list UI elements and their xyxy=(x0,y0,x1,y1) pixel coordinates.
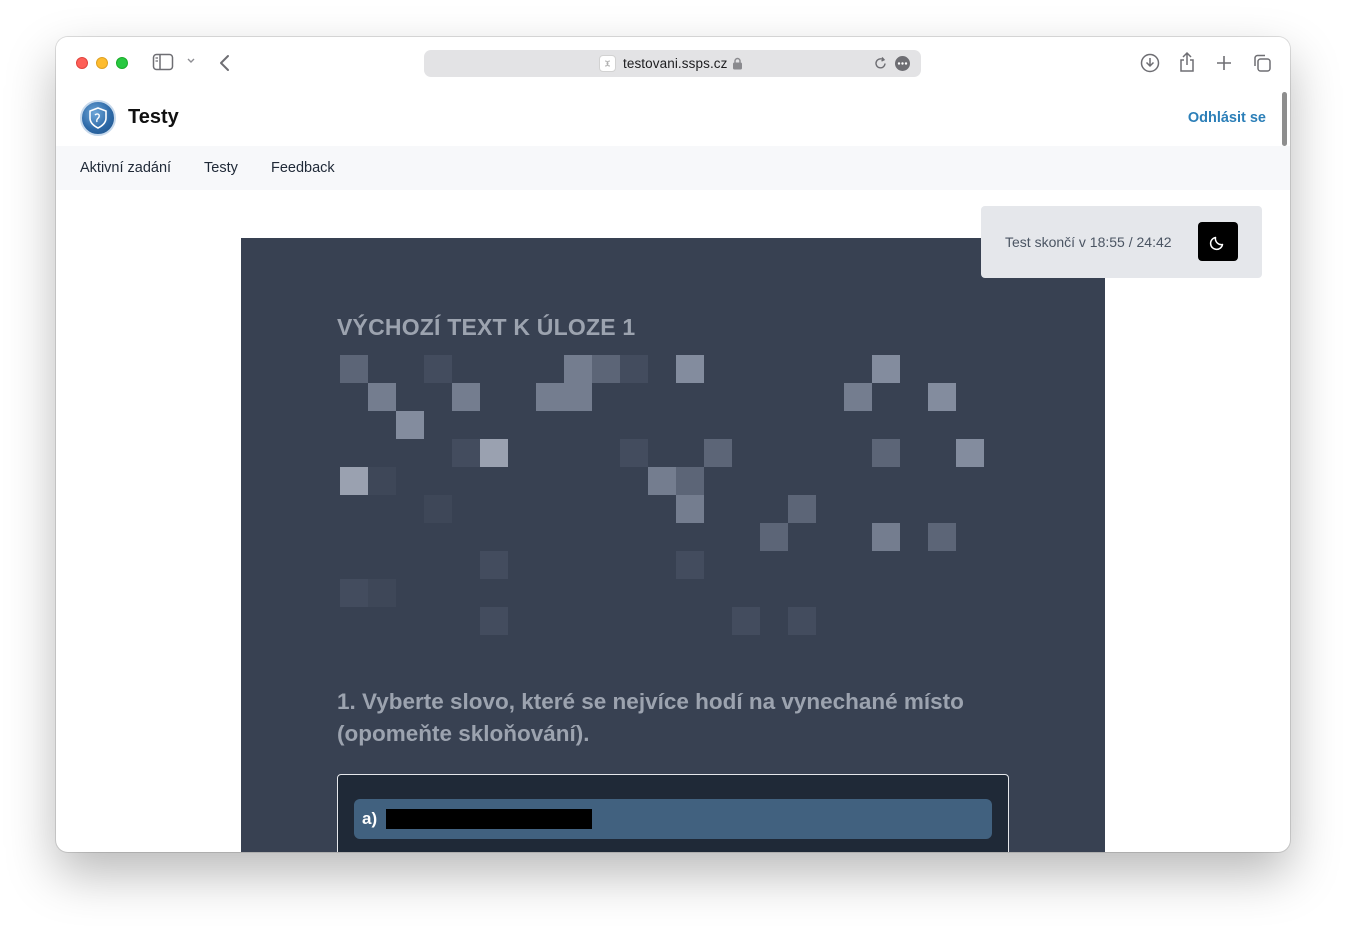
mosaic-pixel xyxy=(592,355,620,383)
test-content-panel: VÝCHOZÍ TEXT K ÚLOZE 1 1. Vyberte slovo,… xyxy=(241,238,1105,852)
theme-toggle-button[interactable] xyxy=(1198,222,1238,261)
mosaic-pixel xyxy=(676,495,704,523)
page-scrollbar[interactable] xyxy=(1282,92,1287,146)
redacted-answer-block xyxy=(386,809,592,829)
mosaic-pixel xyxy=(956,439,984,467)
mosaic-pixel xyxy=(340,467,368,495)
mosaic-pixel xyxy=(340,579,368,607)
mosaic-pixel xyxy=(536,383,564,411)
nav-item-tests[interactable]: Testy xyxy=(204,160,238,176)
mosaic-pixel xyxy=(676,551,704,579)
option-letter: a) xyxy=(362,809,378,828)
lock-icon xyxy=(732,57,743,70)
mosaic-pixel xyxy=(452,383,480,411)
close-window-button[interactable] xyxy=(76,57,88,69)
mosaic-pixel xyxy=(676,467,704,495)
mosaic-pixel xyxy=(424,495,452,523)
new-tab-icon[interactable] xyxy=(1215,54,1233,72)
main-navigation: Aktivní zadání Testy Feedback xyxy=(56,146,1290,190)
mosaic-pixel xyxy=(872,439,900,467)
logout-link[interactable]: Odhlásit se xyxy=(1188,110,1266,126)
site-favicon-icon xyxy=(599,55,616,72)
mosaic-pixel xyxy=(648,467,676,495)
mosaic-pixel xyxy=(872,523,900,551)
mosaic-pixel xyxy=(620,439,648,467)
maximize-window-button[interactable] xyxy=(116,57,128,69)
sidebar-icon[interactable] xyxy=(152,53,174,71)
mosaic-pixel xyxy=(368,467,396,495)
timer-text: Test skončí v 18:55 / 24:42 xyxy=(1005,234,1172,250)
mosaic-pixel xyxy=(872,355,900,383)
mosaic-pixel xyxy=(424,355,452,383)
ellipsis-circle-icon[interactable] xyxy=(894,55,911,72)
reload-icon[interactable] xyxy=(873,56,888,71)
minimize-window-button[interactable] xyxy=(96,57,108,69)
mosaic-pixel xyxy=(340,355,368,383)
mosaic-pixel xyxy=(620,355,648,383)
mosaic-pixel xyxy=(928,383,956,411)
nav-item-feedback[interactable]: Feedback xyxy=(271,160,335,176)
timer-box: Test skončí v 18:55 / 24:42 xyxy=(981,206,1262,278)
mosaic-pixel xyxy=(760,523,788,551)
mosaic-pixel xyxy=(704,439,732,467)
mosaic-pixel xyxy=(480,551,508,579)
answer-options-box: a) xyxy=(337,774,1009,852)
question-text: 1. Vyberte slovo, které se nejvíce hodí … xyxy=(337,689,964,746)
url-text: testovani.ssps.cz xyxy=(623,56,728,71)
mosaic-pixel xyxy=(564,355,592,383)
mosaic-pixel xyxy=(480,439,508,467)
share-icon[interactable] xyxy=(1178,51,1196,73)
mosaic-pixel xyxy=(396,411,424,439)
browser-toolbar: testovani.ssps.cz xyxy=(56,37,1290,89)
section-title: VÝCHOZÍ TEXT K ÚLOZE 1 xyxy=(337,314,636,340)
address-bar[interactable]: testovani.ssps.cz xyxy=(424,50,921,77)
nav-item-active-assignments[interactable]: Aktivní zadání xyxy=(80,160,171,176)
mosaic-pixel xyxy=(368,383,396,411)
app-header: Testy Odhlásit se xyxy=(56,89,1290,146)
site-title[interactable]: Testy xyxy=(128,106,179,129)
school-logo[interactable] xyxy=(80,100,116,136)
mosaic-pixel xyxy=(452,439,480,467)
mosaic-pixel xyxy=(788,495,816,523)
download-icon[interactable] xyxy=(1140,53,1160,73)
mosaic-pixel xyxy=(564,383,592,411)
browser-window: testovani.ssps.cz Testy Odhlásit se Akti… xyxy=(56,37,1290,852)
tab-overview-icon[interactable] xyxy=(1252,53,1272,73)
chevron-down-icon[interactable] xyxy=(186,57,196,65)
mosaic-pixel xyxy=(928,523,956,551)
mosaic-pixel xyxy=(480,607,508,635)
mosaic-pixel xyxy=(676,355,704,383)
mosaic-pixel xyxy=(844,383,872,411)
back-icon[interactable] xyxy=(218,53,232,73)
answer-option-a[interactable]: a) xyxy=(354,799,992,839)
mosaic-pixel xyxy=(732,607,760,635)
mosaic-pixel xyxy=(788,607,816,635)
mosaic-pixel xyxy=(368,579,396,607)
moon-icon xyxy=(1209,236,1224,250)
